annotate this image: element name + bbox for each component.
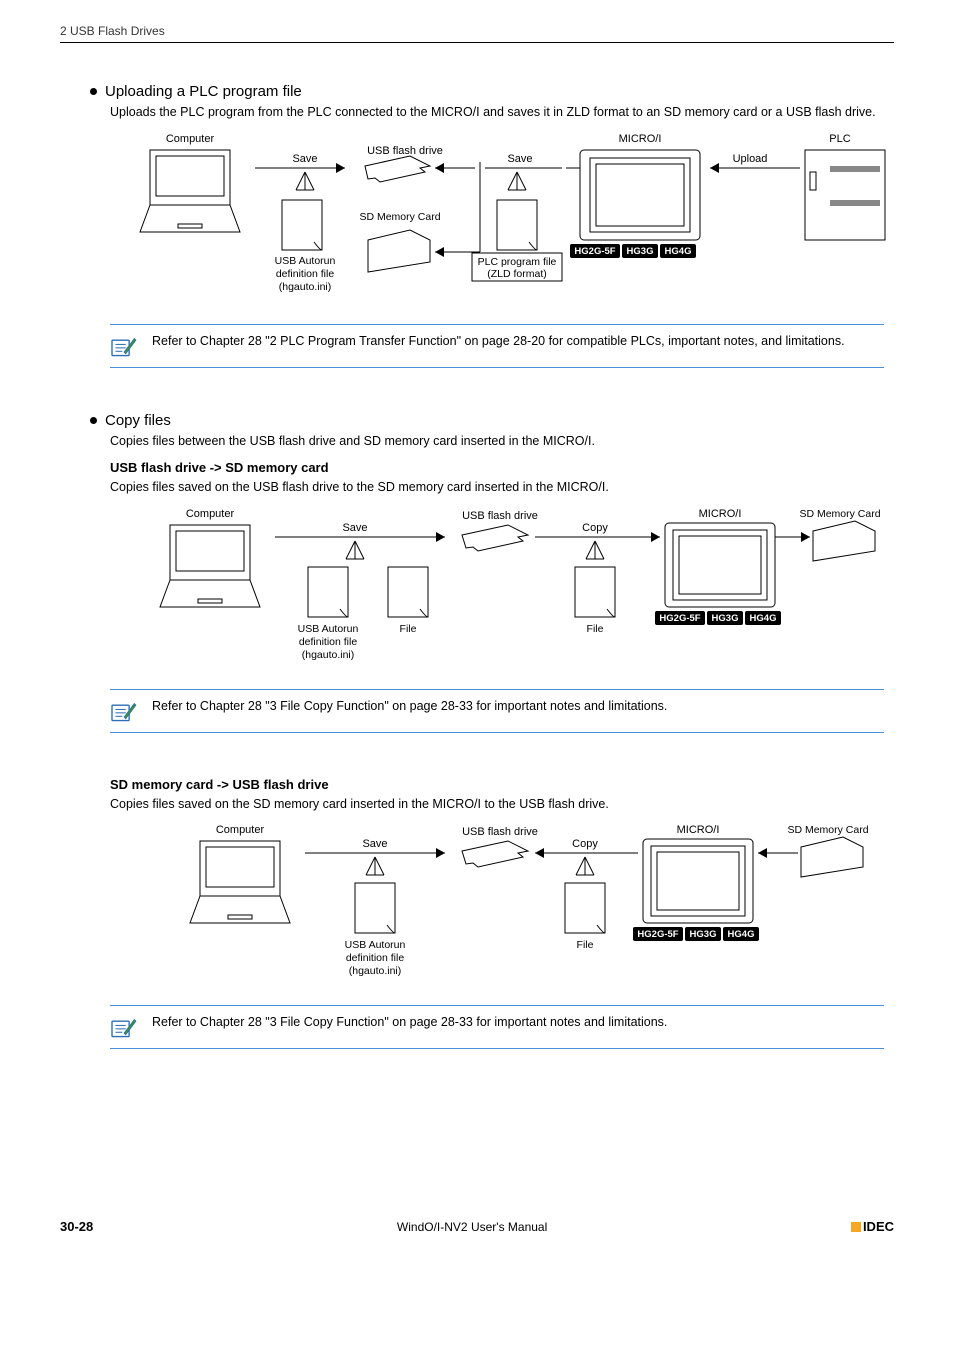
note-icon: [110, 335, 138, 359]
svg-text:File: File: [587, 623, 604, 635]
svg-text:MICRO/I: MICRO/I: [699, 508, 742, 520]
svg-text:USB flash drive: USB flash drive: [367, 145, 443, 157]
svg-text:MICRO/I: MICRO/I: [677, 824, 720, 836]
svg-text:USB Autorun: USB Autorun: [275, 255, 336, 267]
footer-logo-text: IDEC: [863, 1219, 894, 1234]
svg-text:HG3G: HG3G: [690, 929, 717, 940]
diagram-copy1: Computer Save USB flash drive Copy: [110, 507, 884, 677]
svg-text:definition file: definition file: [299, 636, 358, 648]
svg-text:Save: Save: [342, 522, 367, 534]
svg-text:(ZLD format): (ZLD format): [487, 268, 547, 280]
svg-text:Copy: Copy: [582, 522, 608, 534]
svg-text:HG4G: HG4G: [750, 613, 777, 624]
svg-text:File: File: [400, 623, 417, 635]
footer-page-number: 30-28: [60, 1219, 93, 1234]
svg-text:definition file: definition file: [346, 952, 405, 964]
svg-text:HG3G: HG3G: [712, 613, 739, 624]
svg-text:(hgauto.ini): (hgauto.ini): [302, 649, 355, 661]
bullet-icon: [90, 88, 97, 95]
svg-text:Save: Save: [292, 153, 317, 165]
svg-text:HG3G: HG3G: [627, 246, 654, 257]
svg-text:(hgauto.ini): (hgauto.ini): [349, 965, 402, 977]
svg-text:Save: Save: [507, 153, 532, 165]
svg-text:SD Memory Card: SD Memory Card: [799, 508, 880, 520]
svg-text:MICRO/I: MICRO/I: [619, 133, 662, 145]
svg-text:HG2G-5F: HG2G-5F: [574, 246, 615, 257]
svg-text:Computer: Computer: [186, 508, 235, 520]
svg-text:SD Memory Card: SD Memory Card: [359, 211, 440, 223]
svg-text:File: File: [577, 939, 594, 951]
svg-text:PLC program file: PLC program file: [478, 256, 557, 268]
svg-text:Upload: Upload: [733, 153, 768, 165]
footer-logo: IDEC: [851, 1219, 894, 1234]
copy-sub2-desc: Copies files saved on the SD memory card…: [110, 796, 884, 814]
svg-text:(hgauto.ini): (hgauto.ini): [279, 281, 332, 293]
section-title-upload: Uploading a PLC program file: [105, 83, 302, 100]
page-footer: 30-28 WindO/I-NV2 User's Manual IDEC: [0, 1219, 954, 1234]
section-desc-copy: Copies files between the USB flash drive…: [110, 433, 884, 451]
svg-text:HG4G: HG4G: [728, 929, 755, 940]
note-upload: Refer to Chapter 28 "2 PLC Program Trans…: [110, 324, 884, 368]
svg-text:HG2G-5F: HG2G-5F: [637, 929, 678, 940]
svg-text:SD Memory Card: SD Memory Card: [787, 824, 868, 836]
section-title-copy: Copy files: [105, 412, 171, 429]
svg-text:USB Autorun: USB Autorun: [298, 623, 359, 635]
note-copy1: Refer to Chapter 28 "3 File Copy Functio…: [110, 689, 884, 733]
note-icon: [110, 700, 138, 724]
note-text-copy1: Refer to Chapter 28 "3 File Copy Functio…: [152, 698, 884, 716]
note-text-copy2: Refer to Chapter 28 "3 File Copy Functio…: [152, 1014, 884, 1032]
svg-text:Copy: Copy: [572, 838, 598, 850]
svg-text:HG2G-5F: HG2G-5F: [659, 613, 700, 624]
logo-square-icon: [851, 1222, 861, 1232]
footer-manual-title: WindO/I-NV2 User's Manual: [397, 1220, 547, 1234]
copy-sub1-desc: Copies files saved on the USB flash driv…: [110, 479, 884, 497]
note-copy2: Refer to Chapter 28 "3 File Copy Functio…: [110, 1005, 884, 1049]
svg-text:USB flash drive: USB flash drive: [462, 510, 538, 522]
diagram-copy2: Computer Save USB flash drive Copy: [110, 823, 884, 993]
copy-sub1-title: USB flash drive -> SD memory card: [110, 460, 894, 475]
svg-text:definition file: definition file: [276, 268, 335, 280]
page-header: 2 USB Flash Drives: [60, 24, 894, 43]
svg-text:PLC: PLC: [829, 133, 850, 145]
svg-text:Save: Save: [362, 838, 387, 850]
diagram-upload: Computer Save USB flash drive SD Memory …: [110, 132, 884, 312]
svg-text:Computer: Computer: [216, 824, 265, 836]
svg-text:Computer: Computer: [166, 133, 215, 145]
note-text-upload: Refer to Chapter 28 "2 PLC Program Trans…: [152, 333, 884, 351]
section-desc-upload: Uploads the PLC program from the PLC con…: [110, 104, 884, 122]
svg-text:USB flash drive: USB flash drive: [462, 826, 538, 838]
note-icon: [110, 1016, 138, 1040]
copy-sub2-title: SD memory card -> USB flash drive: [110, 777, 894, 792]
bullet-icon: [90, 417, 97, 424]
svg-text:HG4G: HG4G: [665, 246, 692, 257]
svg-text:USB Autorun: USB Autorun: [345, 939, 406, 951]
